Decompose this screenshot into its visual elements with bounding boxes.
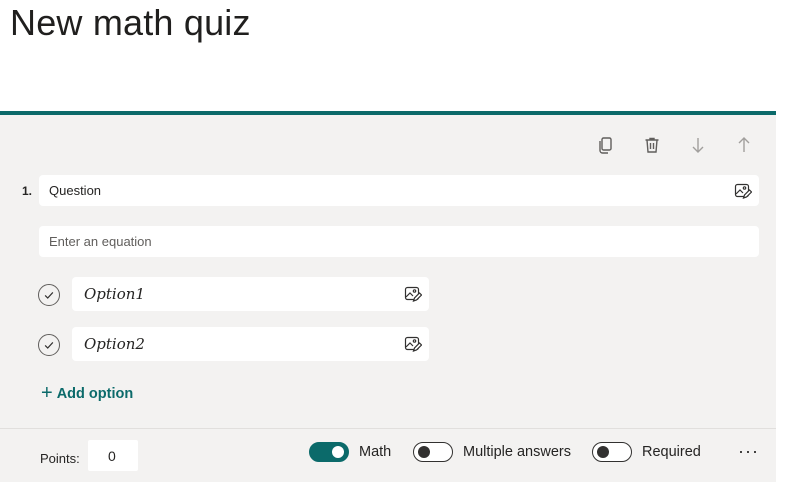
option-insert-media-button-2[interactable] bbox=[403, 334, 423, 354]
option-insert-media-button-1[interactable] bbox=[403, 284, 423, 304]
option-label-1: Option1 bbox=[84, 285, 145, 303]
equation-placeholder: Enter an equation bbox=[49, 234, 152, 249]
question-toolbar bbox=[594, 133, 756, 157]
toggle-knob bbox=[332, 446, 344, 458]
move-down-button[interactable] bbox=[686, 133, 710, 157]
question-number: 1. bbox=[22, 184, 33, 198]
correct-answer-toggle-1[interactable] bbox=[38, 284, 60, 306]
plus-icon: + bbox=[41, 382, 53, 404]
option-row-2: Option2 bbox=[38, 327, 430, 361]
option-label-2: Option2 bbox=[84, 335, 145, 353]
insert-media-button[interactable] bbox=[733, 181, 753, 201]
insert-image-icon bbox=[734, 183, 752, 199]
move-up-button[interactable] bbox=[732, 133, 756, 157]
required-toggle[interactable] bbox=[592, 442, 632, 462]
multiple-answers-toggle-group: Multiple answers bbox=[413, 442, 571, 462]
math-label: Math bbox=[359, 444, 392, 460]
option-input-2[interactable]: Option2 bbox=[72, 327, 429, 361]
points-label: Points: bbox=[40, 451, 80, 466]
delete-icon bbox=[645, 137, 659, 153]
more-options-button[interactable]: ··· bbox=[738, 442, 759, 460]
option-input-1[interactable]: Option1 bbox=[72, 277, 429, 311]
equation-input[interactable]: Enter an equation bbox=[39, 226, 759, 257]
insert-image-icon bbox=[404, 336, 422, 352]
math-toggle-group: Math bbox=[309, 442, 391, 462]
toggle-knob bbox=[418, 446, 430, 458]
question-text: Question bbox=[49, 183, 102, 198]
move-down-icon bbox=[692, 138, 704, 153]
delete-button[interactable] bbox=[640, 133, 664, 157]
add-option-label: Add option bbox=[56, 386, 134, 402]
page-title: New math quiz bbox=[10, 2, 251, 43]
multiple-answers-label: Multiple answers bbox=[463, 444, 571, 460]
insert-image-icon bbox=[404, 286, 422, 302]
move-up-icon bbox=[738, 137, 750, 152]
toggle-knob bbox=[597, 446, 609, 458]
add-option-button[interactable]: + Add option bbox=[41, 382, 134, 404]
question-input[interactable]: Question bbox=[39, 175, 759, 206]
required-label: Required bbox=[642, 444, 701, 460]
copy-icon bbox=[599, 137, 612, 154]
points-input[interactable]: 0 bbox=[88, 440, 138, 471]
math-toggle[interactable] bbox=[309, 442, 349, 462]
question-card: 1. Question Enter an equation Option1 Op… bbox=[0, 111, 776, 482]
copy-button[interactable] bbox=[594, 133, 618, 157]
points-value: 0 bbox=[108, 447, 116, 464]
check-circle-icon bbox=[44, 292, 54, 299]
correct-answer-toggle-2[interactable] bbox=[38, 334, 60, 356]
multiple-answers-toggle[interactable] bbox=[413, 442, 453, 462]
option-row-1: Option1 bbox=[38, 277, 430, 311]
required-toggle-group: Required bbox=[592, 442, 701, 462]
divider bbox=[0, 428, 776, 429]
check-circle-icon bbox=[44, 342, 54, 349]
